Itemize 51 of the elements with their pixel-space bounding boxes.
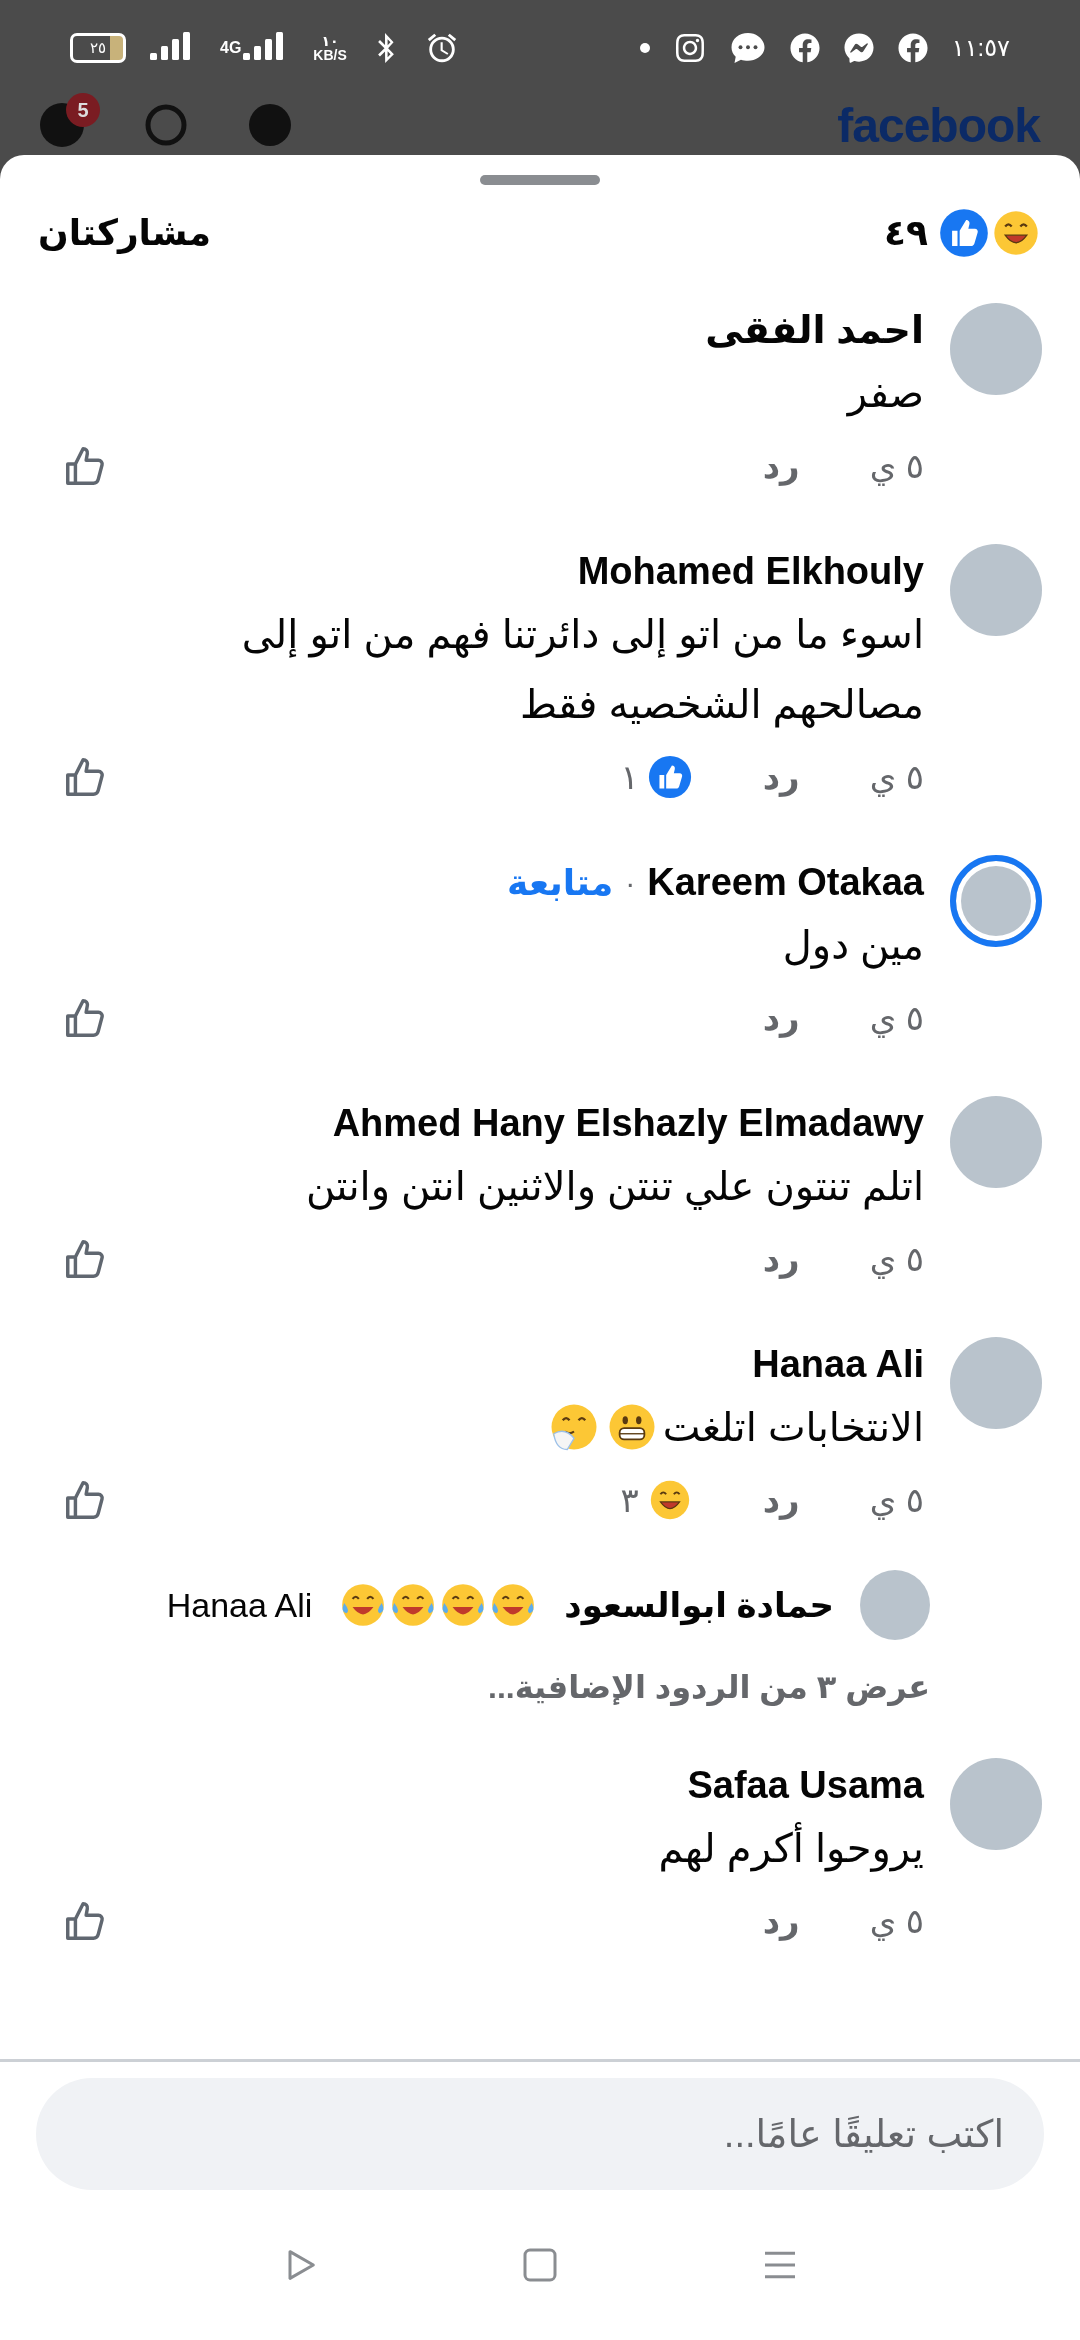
comment-text: اسوء ما من اتو إلى دائرتنا فهم من اتو إلى مصالحهم الشخصيه فقط — [240, 611, 924, 730]
search-icon[interactable] — [144, 103, 188, 147]
author-name: Safaa Usama — [687, 1763, 924, 1808]
notification-dot — [639, 42, 650, 53]
author-name: حمادة ابوالسعود — [564, 1585, 834, 1625]
comment-time: ٥ ي — [869, 998, 924, 1038]
comment-text: صفر — [847, 370, 924, 419]
reply-button[interactable]: رد — [762, 998, 800, 1038]
comment-text: يروحوا أكرم لهم — [658, 1813, 924, 1883]
comment-time: ٥ ي — [869, 1901, 924, 1941]
comment-time: ٥ ي — [869, 1480, 924, 1520]
author-name: Kareem Otakaa — [647, 860, 924, 905]
like-reaction-icon — [646, 754, 693, 800]
instagram-icon — [673, 31, 706, 64]
comment-text: مين دول — [782, 922, 924, 971]
battery-icon: ٢٥ — [70, 32, 126, 63]
separator-dot: · — [625, 865, 636, 900]
reaction-count: ١ — [620, 757, 639, 797]
reaction-count: ٤٩ — [884, 212, 928, 254]
comment-time: ٥ ي — [869, 1239, 924, 1279]
follow-link[interactable]: متابعة — [507, 861, 614, 904]
facebook-icon — [897, 32, 928, 63]
author-name: Ahmed Hany Elshazly Elmadawy — [332, 1101, 924, 1146]
reply-button[interactable]: رد — [762, 757, 800, 797]
view-more-replies-link[interactable]: عرض ٣ من الردود الإضافية... — [0, 1668, 1080, 1706]
mention-link[interactable]: Hanaa Ali — [166, 1585, 313, 1625]
messenger-icon — [843, 32, 874, 63]
comment-text: الانتخابات اتلغت — [662, 1404, 924, 1451]
comment-time: ٥ ي — [869, 757, 924, 797]
app-logo: facebook — [837, 97, 1040, 153]
comment-time: ٥ ي — [869, 446, 924, 486]
reply-button[interactable]: رد — [762, 1480, 800, 1520]
clock-time: ١١:٥٧ — [951, 33, 1010, 62]
author-name: Mohamed Elkhouly — [577, 549, 924, 594]
chat-bubble-icon — [729, 30, 766, 65]
reply-button[interactable]: رد — [762, 446, 800, 486]
speed-value: ١٠ — [321, 33, 339, 48]
reaction-count: ٣ — [620, 1480, 639, 1520]
reply-button[interactable]: رد — [762, 1239, 800, 1279]
drag-handle[interactable] — [480, 175, 600, 185]
facebook-icon — [789, 32, 820, 63]
like-reaction-icon — [938, 207, 990, 259]
reply-button[interactable]: رد — [762, 1901, 800, 1941]
author-name: Hanaa Ali — [752, 1342, 924, 1387]
network-label: 4G — [220, 38, 242, 57]
author-name: احمد الفقى — [705, 308, 924, 353]
sheet-title: مشاركتان — [38, 212, 212, 254]
comment-input-field[interactable]: اكتب تعليقًا عامًا... — [36, 2078, 1044, 2190]
notification-badge: 5 — [66, 93, 100, 127]
speed-unit: KB/S — [313, 47, 347, 62]
comment-text: اتلم تنتون علي تنتن والاثنين انتن وانتن — [305, 1163, 924, 1212]
